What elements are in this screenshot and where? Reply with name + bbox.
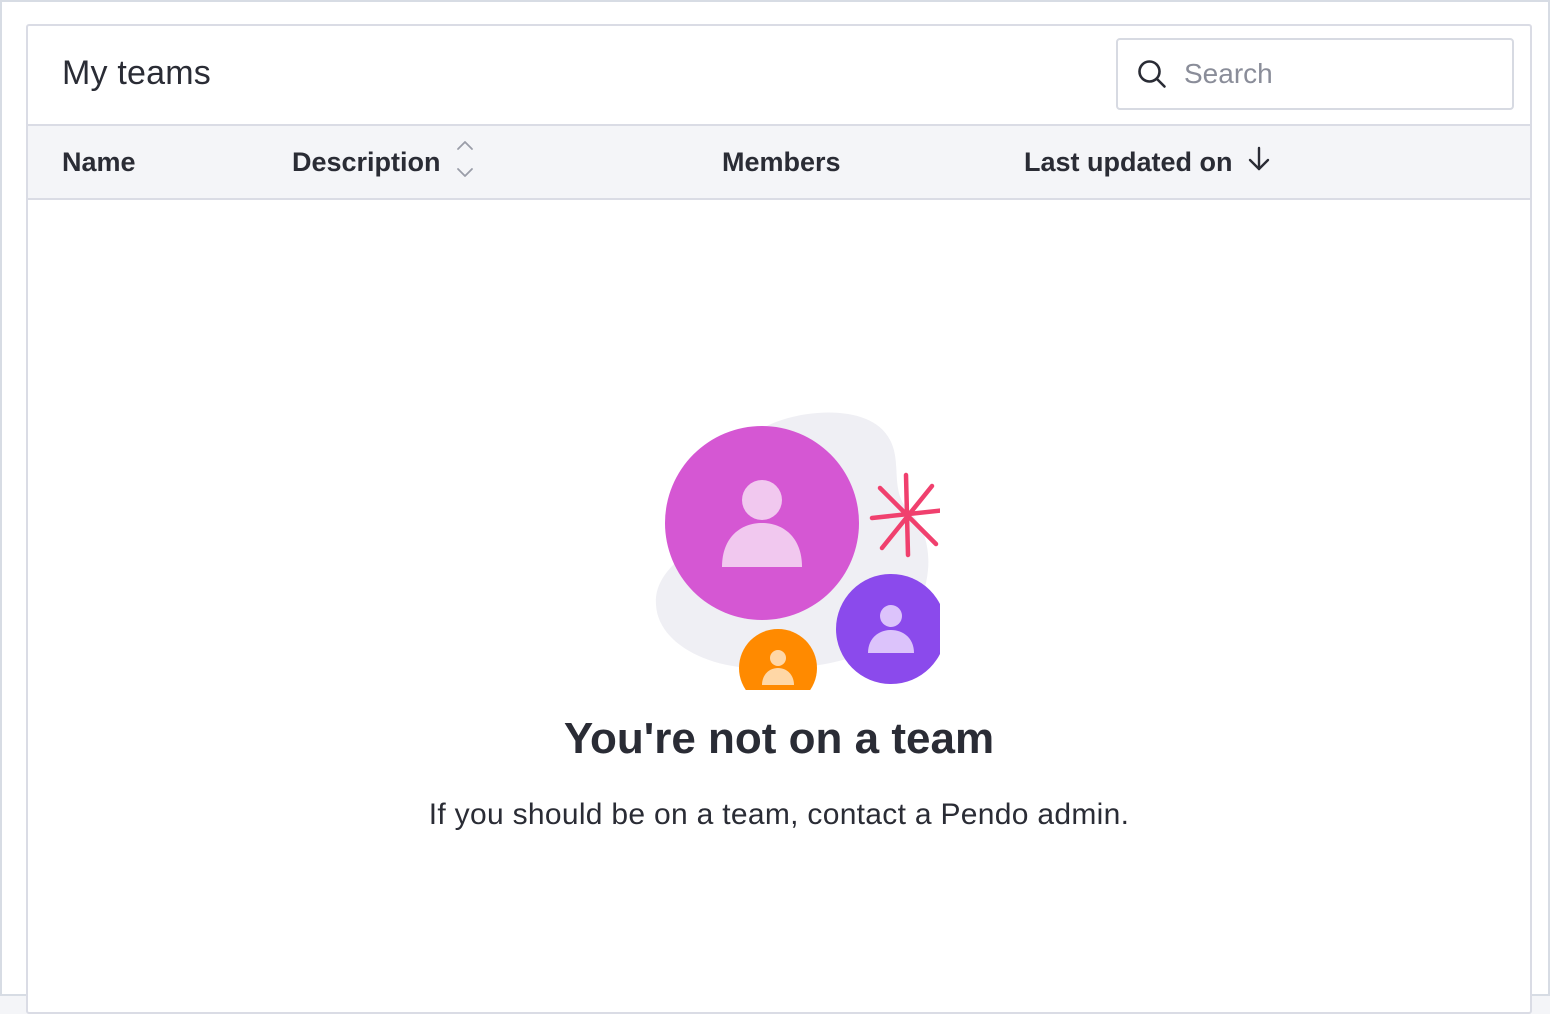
arrow-down-icon[interactable] [1247,146,1271,179]
empty-state-title: You're not on a team [563,714,995,763]
column-header-members: Members [722,126,841,198]
table-header: Name Description Members Last updated on [28,124,1530,200]
column-header-last-updated[interactable]: Last updated on [1024,126,1271,198]
column-header-label: Description [292,146,441,177]
search-input[interactable] [1184,58,1484,90]
teams-card: My teams Name Description [26,24,1532,1014]
column-header-label: Last updated on [1024,146,1233,177]
page-frame: My teams Name Description [0,0,1550,1014]
team-illustration-icon [655,412,940,690]
empty-state-message: If you should be on a team, contact a Pe… [428,798,1130,831]
card-header: My teams [28,26,1530,124]
column-header-description[interactable]: Description [292,126,475,198]
page-title: My teams [62,54,211,92]
column-header-name: Name [62,126,136,198]
search-box[interactable] [1116,38,1514,110]
search-icon [1138,60,1166,88]
sort-icon[interactable] [455,139,475,186]
empty-state: You're not on a team If you should be on… [28,200,1530,1000]
column-header-label: Name [62,146,136,177]
column-header-label: Members [722,146,841,177]
